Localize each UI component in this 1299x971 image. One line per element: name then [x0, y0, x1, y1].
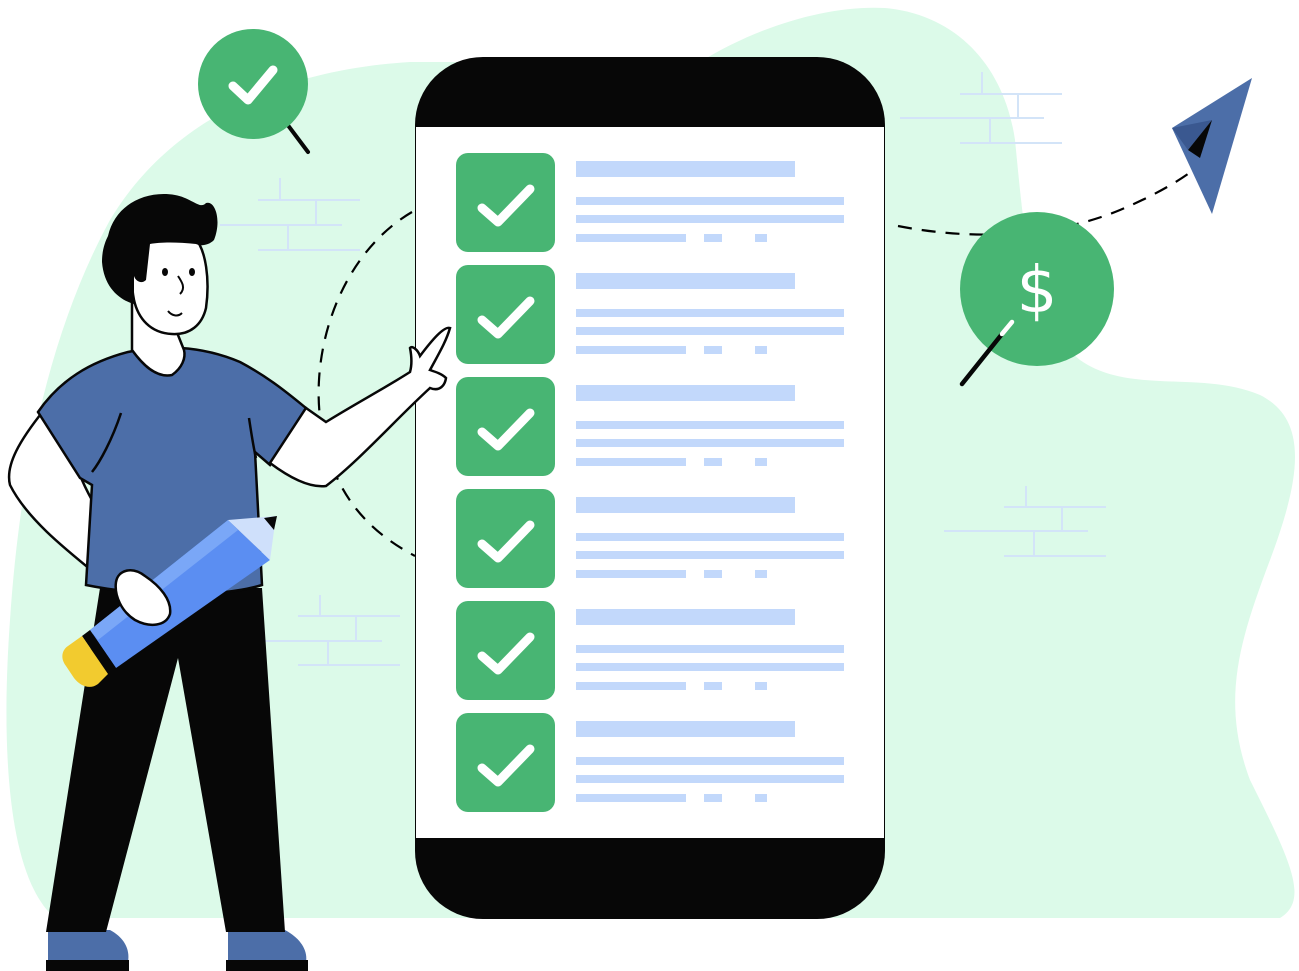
placeholder-dot	[755, 346, 767, 354]
placeholder-line-short	[576, 794, 686, 802]
placeholder-line	[576, 663, 844, 671]
left-shoe-sole	[46, 960, 129, 971]
placeholder-dot	[755, 234, 767, 242]
dollar-coin: $	[959, 212, 1114, 387]
placeholder-dot	[704, 794, 722, 802]
placeholder-dot	[704, 458, 722, 466]
placeholder-line-short	[576, 458, 686, 466]
checkbox	[456, 265, 555, 364]
placeholder-dot	[755, 570, 767, 578]
placeholder-dot	[755, 682, 767, 690]
paper-plane-icon	[1172, 78, 1252, 214]
placeholder-line-short	[576, 346, 686, 354]
placeholder-title	[576, 497, 795, 513]
checkbox	[456, 489, 555, 588]
placeholder-line	[576, 533, 844, 541]
placeholder-line	[576, 327, 844, 335]
placeholder-title	[576, 161, 795, 177]
placeholder-title	[576, 721, 795, 737]
placeholder-dot	[755, 458, 767, 466]
placeholder-line	[576, 197, 844, 205]
placeholder-line	[576, 309, 844, 317]
placeholder-line	[576, 215, 844, 223]
left-shoe	[48, 930, 129, 962]
placeholder-dot	[755, 794, 767, 802]
placeholder-line-short	[576, 234, 686, 242]
placeholder-line	[576, 775, 844, 783]
dollar-coin-icon: $	[1017, 254, 1058, 328]
illustration-canvas: $	[6, 7, 1295, 971]
placeholder-line	[576, 551, 844, 559]
eye-left	[162, 268, 168, 276]
placeholder-line	[576, 421, 844, 429]
placeholder-dot	[704, 234, 722, 242]
placeholder-line-short	[576, 570, 686, 578]
placeholder-title	[576, 273, 795, 289]
placeholder-line	[576, 439, 844, 447]
right-shoe	[228, 930, 307, 962]
placeholder-line	[576, 645, 844, 653]
placeholder-line	[576, 757, 844, 765]
placeholder-dot	[704, 570, 722, 578]
placeholder-line-short	[576, 682, 686, 690]
placeholder-dot	[704, 682, 722, 690]
checkbox	[456, 713, 555, 812]
placeholder-title	[576, 385, 795, 401]
checkbox	[456, 153, 555, 252]
right-shoe-sole	[226, 960, 308, 971]
checkbox	[456, 601, 555, 700]
placeholder-title	[576, 609, 795, 625]
phone	[415, 57, 885, 919]
checkbox	[456, 377, 555, 476]
eye-right	[189, 268, 195, 276]
placeholder-dot	[704, 346, 722, 354]
